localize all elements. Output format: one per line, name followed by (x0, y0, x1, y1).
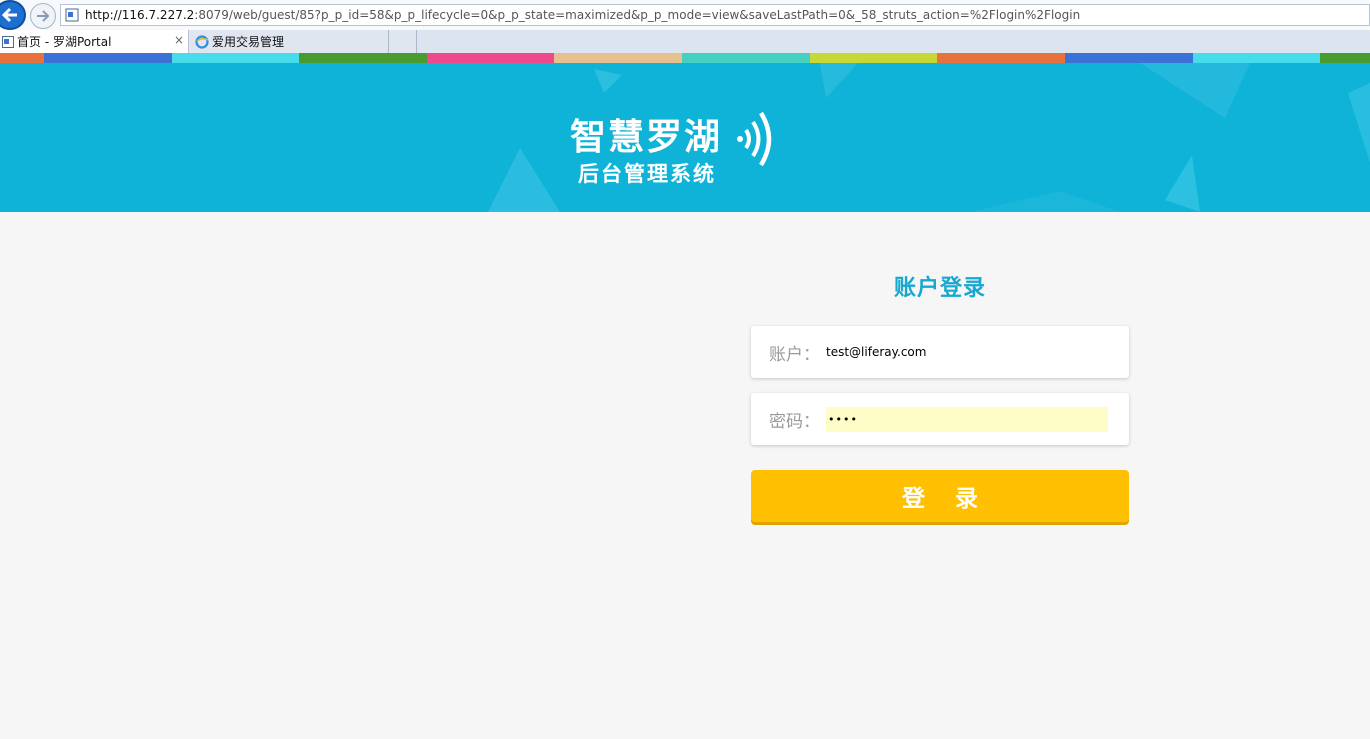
wifi-signal-icon (737, 111, 772, 167)
forward-button[interactable] (30, 3, 56, 29)
logo: 智慧罗湖 后台管理系统 (570, 108, 780, 188)
page-icon (2, 35, 14, 48)
strip-segment (554, 53, 682, 63)
address-bar[interactable]: http://116.7.227.2:8079/web/guest/85?p_p… (60, 4, 1370, 26)
new-tab-button[interactable] (389, 30, 417, 53)
browser-navbar: http://116.7.227.2:8079/web/guest/85?p_p… (0, 0, 1370, 30)
strip-segment (426, 53, 555, 63)
browser-chrome: http://116.7.227.2:8079/web/guest/85?p_p… (0, 0, 1370, 53)
login-button[interactable]: 登录 (751, 470, 1129, 522)
logo-title: 智慧罗湖 (570, 117, 723, 158)
tab-trade[interactable]: 爱用交易管理 (189, 30, 389, 53)
tab-bar: 首页 - 罗湖Portal × 爱用交易管理 (0, 30, 1370, 53)
page-icon (65, 8, 79, 22)
strip-segment (1192, 53, 1321, 63)
header-banner: 智慧罗湖 后台管理系统 (0, 63, 1370, 212)
strip-segment (43, 53, 172, 63)
password-field[interactable]: 密码： •••• (751, 393, 1129, 445)
url-path: :8079/web/guest/85?p_p_id=58&p_p_lifecyc… (194, 8, 1081, 22)
url-host: http://116.7.227.2 (85, 8, 195, 22)
password-input[interactable]: •••• (826, 406, 1108, 432)
tab-label: 首页 - 罗湖Portal (17, 35, 112, 49)
strip-segment (1320, 53, 1370, 63)
account-label: 账户： (769, 344, 820, 365)
password-label: 密码： (769, 411, 820, 432)
strip-segment (299, 53, 427, 63)
strip-segment (809, 53, 938, 63)
strip-segment (937, 53, 1065, 63)
back-arrow-icon (1, 7, 17, 23)
strip-segment (1064, 53, 1193, 63)
logo-subtitle: 后台管理系统 (578, 162, 716, 186)
strip-segment (0, 53, 44, 63)
tab-label: 爱用交易管理 (212, 35, 285, 49)
forward-arrow-icon (37, 10, 50, 22)
color-strip (0, 53, 1370, 63)
close-tab-icon[interactable]: × (174, 33, 184, 47)
ie-icon (195, 34, 209, 49)
login-title: 账户登录 (893, 276, 986, 301)
address-url: http://116.7.227.2:8079/web/guest/85?p_p… (85, 8, 1080, 22)
back-button[interactable] (0, 0, 26, 30)
strip-segment (171, 53, 300, 63)
account-field[interactable]: 账户： test@liferay.com (751, 326, 1129, 378)
strip-segment (682, 53, 810, 63)
tab-portal[interactable]: 首页 - 罗湖Portal × (0, 30, 189, 53)
account-input[interactable]: test@liferay.com (826, 345, 926, 359)
